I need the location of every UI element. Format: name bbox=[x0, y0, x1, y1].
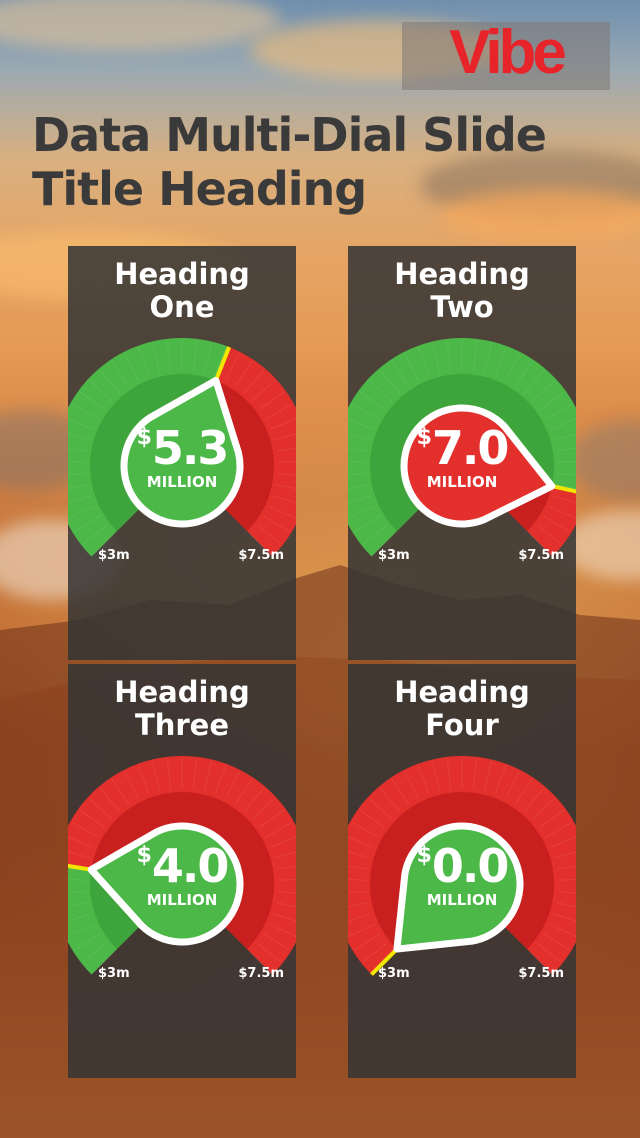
gauge-max-label: $7.5m bbox=[238, 548, 284, 563]
gauge-value-unit: MILLION bbox=[426, 473, 498, 491]
gauge-value-number: 5.3 bbox=[151, 421, 229, 475]
gauge-value: $4.0 MILLION bbox=[128, 832, 236, 908]
dial-card-4: Heading Four $0.0 MILLION $3m $7.5m bbox=[348, 664, 576, 1078]
dial-card-2: Heading Two $7.0 MILLION $3m $7.5m bbox=[348, 246, 576, 660]
currency-symbol: $ bbox=[136, 843, 152, 868]
gauge-max-label: $7.5m bbox=[518, 966, 564, 981]
gauge-value-number: 0.0 bbox=[431, 839, 509, 893]
currency-symbol: $ bbox=[136, 425, 152, 450]
gauge-value: $7.0 MILLION bbox=[408, 414, 516, 490]
dial-heading: Heading Four bbox=[394, 675, 530, 742]
dial-heading: Heading Two bbox=[394, 257, 530, 324]
brand-logo: Vibe bbox=[402, 22, 610, 90]
dial-heading: Heading Three bbox=[114, 675, 250, 742]
gauge-min-label: $3m bbox=[98, 548, 130, 563]
dial-card-3: Heading Three $4.0 MILLION $3m $7.5m bbox=[68, 664, 296, 1078]
gauge-min-label: $3m bbox=[378, 548, 410, 563]
currency-symbol: $ bbox=[416, 425, 432, 450]
gauge-value-unit: MILLION bbox=[146, 473, 218, 491]
gauge-min-label: $3m bbox=[98, 966, 130, 981]
slide-title: Data Multi-Dial Slide Title Heading bbox=[32, 108, 547, 216]
gauge-value-unit: MILLION bbox=[146, 891, 218, 909]
gauge-value-number: 7.0 bbox=[431, 421, 509, 475]
gauge-min-label: $3m bbox=[378, 966, 410, 981]
gauge-value-number: 4.0 bbox=[151, 839, 229, 893]
dial-heading: Heading One bbox=[114, 257, 250, 324]
currency-symbol: $ bbox=[416, 843, 432, 868]
gauge-value: $0.0 MILLION bbox=[408, 832, 516, 908]
dial-card-1: Heading One $5.3 MILLION $3m $7.5m bbox=[68, 246, 296, 660]
gauge-value-unit: MILLION bbox=[426, 891, 498, 909]
brand-logo-text: Vibe bbox=[449, 18, 567, 87]
gauge-value: $5.3 MILLION bbox=[128, 414, 236, 490]
gauge-max-label: $7.5m bbox=[238, 966, 284, 981]
gauge-max-label: $7.5m bbox=[518, 548, 564, 563]
